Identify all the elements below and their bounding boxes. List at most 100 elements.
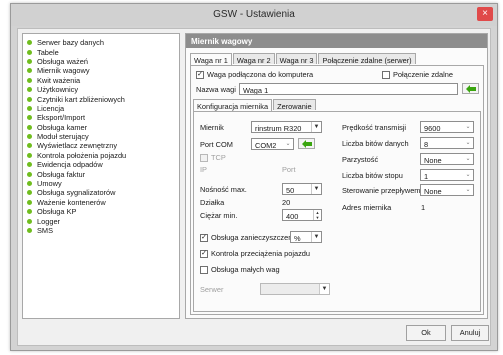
bity-stopu-label: Liczba bitów stopu xyxy=(342,171,403,180)
sidebar-item[interactable]: Miernik wagowy xyxy=(27,66,179,75)
sidebar-item-label: Kwit ważenia xyxy=(37,75,81,85)
tab-remote-connection[interactable]: Połączenie zdalne (serwer) xyxy=(318,53,416,65)
sterowanie-label: Sterowanie przepływem xyxy=(342,186,421,195)
sidebar-item-label: Obsługa KP xyxy=(37,207,77,217)
sidebar-item-label: Serwer bazy danych xyxy=(37,38,104,48)
ciezar-spinner[interactable]: 400 ▲ ▼ xyxy=(282,209,322,221)
scale-name-label: Nazwa wagi xyxy=(196,85,236,94)
zanieczyszczen-unit-select[interactable]: % ▼ xyxy=(290,231,322,243)
dzialka-value: 20 xyxy=(282,198,291,207)
bullet-icon xyxy=(27,162,32,168)
bullet-icon xyxy=(27,152,32,158)
apply-name-button[interactable] xyxy=(462,83,479,94)
parzystosc-select[interactable]: None ⌄ xyxy=(420,153,474,165)
chevron-down-icon: ⌄ xyxy=(463,154,473,164)
bullet-icon xyxy=(27,77,32,83)
kontrola-checkbox[interactable]: ✓ Kontrola przeciążenia pojazdu xyxy=(200,249,310,258)
title-bar[interactable]: GSW - Ustawienia × xyxy=(11,4,497,26)
bullet-icon xyxy=(27,124,32,130)
sterowanie-select[interactable]: None ⌄ xyxy=(420,184,474,196)
sidebar-item[interactable]: Kontrola położenia pojazdu xyxy=(27,151,179,160)
client-area: Serwer bazy danych Tabele Obsługa ważeń Mie… xyxy=(17,28,491,346)
bullet-icon xyxy=(27,96,32,102)
sidebar-item-label: Użytkownicy xyxy=(37,85,79,95)
ok-button[interactable]: Ok xyxy=(406,325,446,341)
malych-wag-checkbox[interactable]: Obsługa małych wag xyxy=(200,265,280,274)
bity-stopu-value: 1 xyxy=(424,171,429,181)
sidebar-item[interactable]: Licencja xyxy=(27,104,179,113)
bullet-icon xyxy=(27,87,32,93)
parzystosc-value: None xyxy=(424,155,442,165)
tcp-label: TCP xyxy=(211,153,226,162)
bity-danych-select[interactable]: 8 ⌄ xyxy=(420,137,474,149)
predkosc-select[interactable]: 9600 ⌄ xyxy=(420,121,474,133)
cancel-button[interactable]: Anuluj xyxy=(451,325,489,341)
miernik-select[interactable]: rinstrum R320 ▼ xyxy=(251,121,322,133)
sidebar-item[interactable]: Serwer bazy danych xyxy=(27,38,179,47)
nosnosc-select[interactable]: 50 ▼ xyxy=(282,183,322,195)
sidebar-item[interactable]: Czytniki kart zbliżeniowych xyxy=(27,94,179,104)
remote-connection-label: Połączenie zdalne xyxy=(393,70,453,79)
sidebar-item[interactable]: Logger xyxy=(27,216,179,226)
bullet-icon xyxy=(27,105,32,111)
port-com-select[interactable]: COM2 ⌄ xyxy=(251,138,294,150)
tcp-checkbox[interactable]: TCP xyxy=(200,153,226,162)
tab-config-miernika[interactable]: Konfiguracja miernika xyxy=(193,99,273,111)
checkbox-empty-icon xyxy=(200,265,208,274)
close-button[interactable]: × xyxy=(477,7,493,21)
bullet-icon xyxy=(27,218,32,224)
sidebar-item[interactable]: Obsługa sygnalizatorów xyxy=(27,188,179,197)
sidebar-item-label: Eksport/Import xyxy=(37,113,86,123)
sidebar-item[interactable]: Moduł sterujący xyxy=(27,132,179,141)
nosnosc-value: 50 xyxy=(286,185,295,195)
bity-stopu-select[interactable]: 1 ⌄ xyxy=(420,169,474,181)
sidebar-item[interactable]: Kwit ważenia xyxy=(27,76,179,85)
arrow-left-icon xyxy=(302,140,312,148)
sidebar-item[interactable]: Wyświetlacz zewnętrzny xyxy=(27,141,179,150)
sidebar-item-label: Obsługa sygnalizatorów xyxy=(37,188,116,198)
sidebar-item-label: Obsługa ważeń xyxy=(37,56,88,66)
bullet-icon xyxy=(27,49,32,55)
sidebar-item[interactable]: Ewidencja odpadów xyxy=(27,160,179,169)
chevron-down-icon: ⌄ xyxy=(283,139,293,149)
scale-connected-checkbox[interactable]: ✓ Waga podłączona do komputera xyxy=(196,70,313,79)
tab-zerowanie[interactable]: Zerowanie xyxy=(273,99,316,111)
sidebar-item[interactable]: Umowy xyxy=(27,179,179,188)
chevron-down-icon: ▼ xyxy=(311,184,321,194)
bullet-icon xyxy=(27,199,32,205)
port-label: Port xyxy=(282,165,296,174)
apply-port-button[interactable] xyxy=(298,138,315,149)
zanieczyszczen-checkbox[interactable]: ✓ Obsługa zanieczyszczeń xyxy=(200,233,292,242)
sidebar-item[interactable]: Obsługa kamer xyxy=(27,123,179,132)
zanieczyszczen-label: Obsługa zanieczyszczeń xyxy=(211,233,293,242)
tab-waga-2[interactable]: Waga nr 2 xyxy=(232,53,275,65)
malych-wag-label: Obsługa małych wag xyxy=(211,265,280,274)
tab-waga-3[interactable]: Waga nr 3 xyxy=(275,53,318,65)
serwer-select[interactable]: ▼ xyxy=(260,283,330,295)
sidebar-item[interactable]: Obsługa ważeń xyxy=(27,57,179,66)
config-subtabs: Konfiguracja miernika Zerowanie xyxy=(193,99,317,111)
check-icon: ✓ xyxy=(196,70,204,79)
remote-connection-checkbox[interactable]: Połączenie zdalne xyxy=(382,70,453,79)
sidebar-item[interactable]: Tabele xyxy=(27,47,179,57)
sidebar-item[interactable]: Obsługa KP xyxy=(27,207,179,216)
tab-waga-1[interactable]: Waga nr 1 xyxy=(190,53,232,65)
sidebar-item-label: SMS xyxy=(37,226,54,235)
sidebar-item[interactable]: SMS xyxy=(27,226,179,235)
sidebar-item[interactable]: Użytkownicy xyxy=(27,85,179,94)
scale-name-input[interactable]: Waga 1 xyxy=(239,83,458,95)
sidebar-item-label: Ewidencja odpadów xyxy=(37,160,103,170)
spinner-arrows-icon: ▲ ▼ xyxy=(313,210,321,220)
sidebar-item[interactable]: Ważenie kontenerów xyxy=(27,198,179,207)
sidebar-item-label: Obsługa kamer xyxy=(37,122,88,132)
sidebar-item[interactable]: Obsługa faktur xyxy=(27,169,179,179)
sidebar-item-label: Logger xyxy=(37,216,61,226)
port-com-label: Port COM xyxy=(200,140,233,149)
sidebar-item[interactable]: Eksport/Import xyxy=(27,113,179,122)
settings-panel: Miernik wagowy Waga nr 1 Waga nr 2 Waga … xyxy=(185,33,488,319)
sidebar-item-label: Ważenie kontenerów xyxy=(37,197,106,207)
bullet-icon xyxy=(27,190,32,196)
miernik-value: rinstrum R320 xyxy=(255,123,302,133)
bullet-icon xyxy=(27,40,32,46)
checkbox-empty-icon xyxy=(382,70,390,79)
